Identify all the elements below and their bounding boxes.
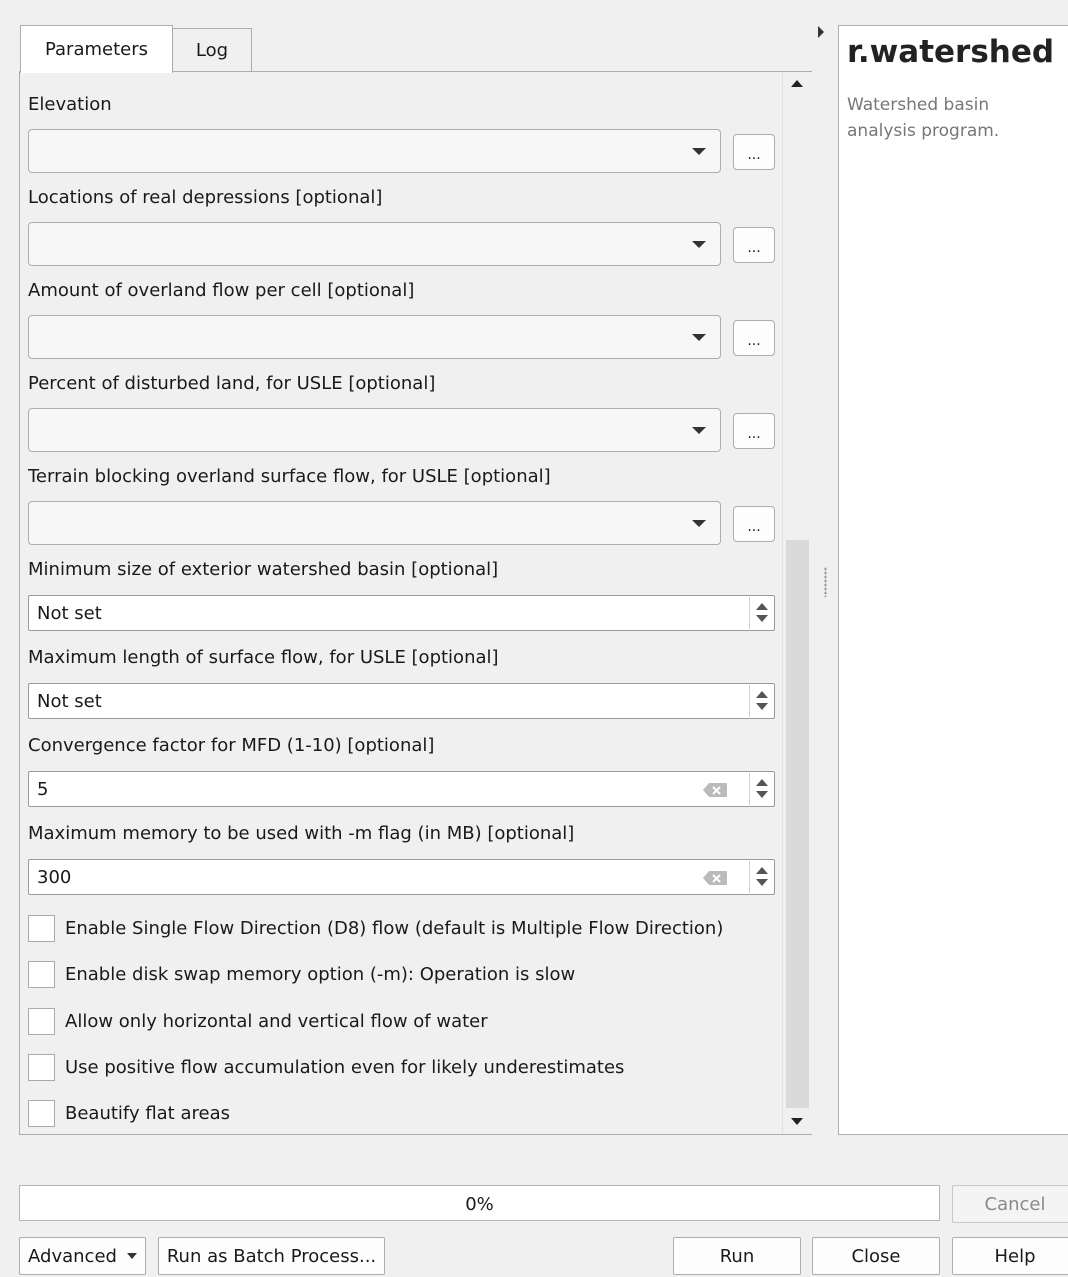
scroll-up-button[interactable] — [783, 72, 812, 98]
checkbox-label: Use positive flow accumulation even for … — [65, 1056, 625, 1078]
elevation-label: Elevation — [28, 94, 112, 115]
help-description: Watershed basin analysis program. — [847, 95, 1000, 141]
triangle-up-icon — [791, 80, 803, 87]
min-basin-size-label: Minimum size of exterior watershed basin… — [28, 559, 499, 580]
checkbox-box[interactable] — [28, 1099, 55, 1127]
chevron-down-icon — [692, 427, 706, 434]
tab-log[interactable]: Log — [172, 28, 252, 72]
depressions-label: Locations of real depressions [optional] — [28, 187, 383, 208]
cancel-button[interactable]: Cancel — [952, 1185, 1068, 1223]
backspace-clear-icon[interactable] — [702, 870, 728, 886]
checkbox-horizontal-vertical[interactable]: Allow only horizontal and vertical flow … — [28, 1006, 488, 1036]
triangle-right-icon[interactable] — [818, 26, 824, 38]
overland-flow-browse-button[interactable]: ... — [733, 320, 775, 356]
depressions-combo[interactable] — [28, 222, 721, 266]
disturbed-land-combo[interactable] — [28, 408, 721, 452]
checkbox-label: Enable Single Flow Direction (D8) flow (… — [65, 917, 724, 939]
tab-log-label: Log — [195, 40, 229, 61]
checkbox-label: Enable disk swap memory option (-m): Ope… — [65, 963, 576, 985]
terrain-blocking-label: Terrain blocking overland surface flow, … — [28, 466, 551, 487]
spin-arrows-icon[interactable] — [749, 773, 773, 805]
help-button[interactable]: Help — [952, 1237, 1068, 1275]
elevation-combo[interactable] — [28, 129, 721, 173]
checkbox-box[interactable] — [28, 960, 55, 988]
checkbox-single-flow[interactable]: Enable Single Flow Direction (D8) flow (… — [28, 913, 723, 943]
checkbox-disk-swap[interactable]: Enable disk swap memory option (-m): Ope… — [28, 959, 575, 989]
chevron-down-icon — [692, 520, 706, 527]
terrain-blocking-combo[interactable] — [28, 501, 721, 545]
checkbox-label: Beautify flat areas — [65, 1102, 230, 1124]
max-memory-spinbox[interactable]: 300 — [28, 859, 775, 895]
progress-bar: 0% — [19, 1185, 940, 1221]
checkbox-positive-accumulation[interactable]: Use positive flow accumulation even for … — [28, 1052, 624, 1082]
max-memory-value: 300 — [37, 867, 72, 888]
overland-flow-label: Amount of overland flow per cell [option… — [28, 280, 415, 301]
disturbed-land-label: Percent of disturbed land, for USLE [opt… — [28, 373, 436, 394]
parameters-panel: Elevation ... Locations of real depressi… — [19, 71, 812, 1135]
spin-arrows-icon[interactable] — [749, 861, 773, 893]
advanced-label: Advanced — [28, 1245, 117, 1267]
max-flow-length-spinbox[interactable]: Not set — [28, 683, 775, 719]
spin-arrows-icon[interactable] — [749, 597, 773, 629]
min-basin-size-value: Not set — [37, 603, 102, 624]
terrain-blocking-browse-button[interactable]: ... — [733, 506, 775, 542]
help-title: r.watershed — [847, 34, 1055, 70]
scroll-down-button[interactable] — [783, 1108, 812, 1134]
help-panel: r.watershed Watershed basin analysis pro… — [838, 25, 1068, 1135]
run-as-batch-button[interactable]: Run as Batch Process... — [158, 1237, 385, 1275]
progress-text: 0% — [465, 1194, 494, 1215]
backspace-clear-icon[interactable] — [702, 782, 728, 798]
overland-flow-combo[interactable] — [28, 315, 721, 359]
convergence-factor-spinbox[interactable]: 5 — [28, 771, 775, 807]
advanced-dropdown-button[interactable]: Advanced — [19, 1237, 146, 1275]
depressions-browse-button[interactable]: ... — [733, 227, 775, 263]
checkbox-beautify-flat[interactable]: Beautify flat areas — [28, 1098, 230, 1128]
min-basin-size-spinbox[interactable]: Not set — [28, 595, 775, 631]
chevron-down-icon — [692, 148, 706, 155]
triangle-down-icon — [791, 1118, 803, 1125]
scrollbar-thumb[interactable] — [786, 540, 809, 1108]
chevron-down-icon — [692, 334, 706, 341]
tab-parameters[interactable]: Parameters — [20, 25, 173, 73]
checkbox-box[interactable] — [28, 1053, 55, 1081]
elevation-browse-button[interactable]: ... — [733, 134, 775, 170]
checkbox-box[interactable] — [28, 914, 55, 942]
checkbox-label: Allow only horizontal and vertical flow … — [65, 1010, 488, 1032]
chevron-down-icon — [126, 1253, 137, 1259]
run-button[interactable]: Run — [673, 1237, 801, 1275]
disturbed-land-browse-button[interactable]: ... — [733, 413, 775, 449]
chevron-down-icon — [692, 241, 706, 248]
checkbox-box[interactable] — [28, 1007, 55, 1035]
max-memory-label: Maximum memory to be used with -m flag (… — [28, 823, 575, 844]
close-button[interactable]: Close — [812, 1237, 940, 1275]
max-flow-length-value: Not set — [37, 691, 102, 712]
max-flow-length-label: Maximum length of surface flow, for USLE… — [28, 647, 499, 668]
parameters-scroll-area: Elevation ... Locations of real depressi… — [20, 72, 782, 1134]
vertical-scrollbar[interactable] — [782, 72, 812, 1134]
tab-parameters-label: Parameters — [44, 39, 149, 60]
spin-arrows-icon[interactable] — [749, 685, 773, 717]
convergence-factor-label: Convergence factor for MFD (1-10) [optio… — [28, 735, 435, 756]
convergence-factor-value: 5 — [37, 779, 49, 800]
splitter-handle[interactable] — [824, 567, 827, 597]
